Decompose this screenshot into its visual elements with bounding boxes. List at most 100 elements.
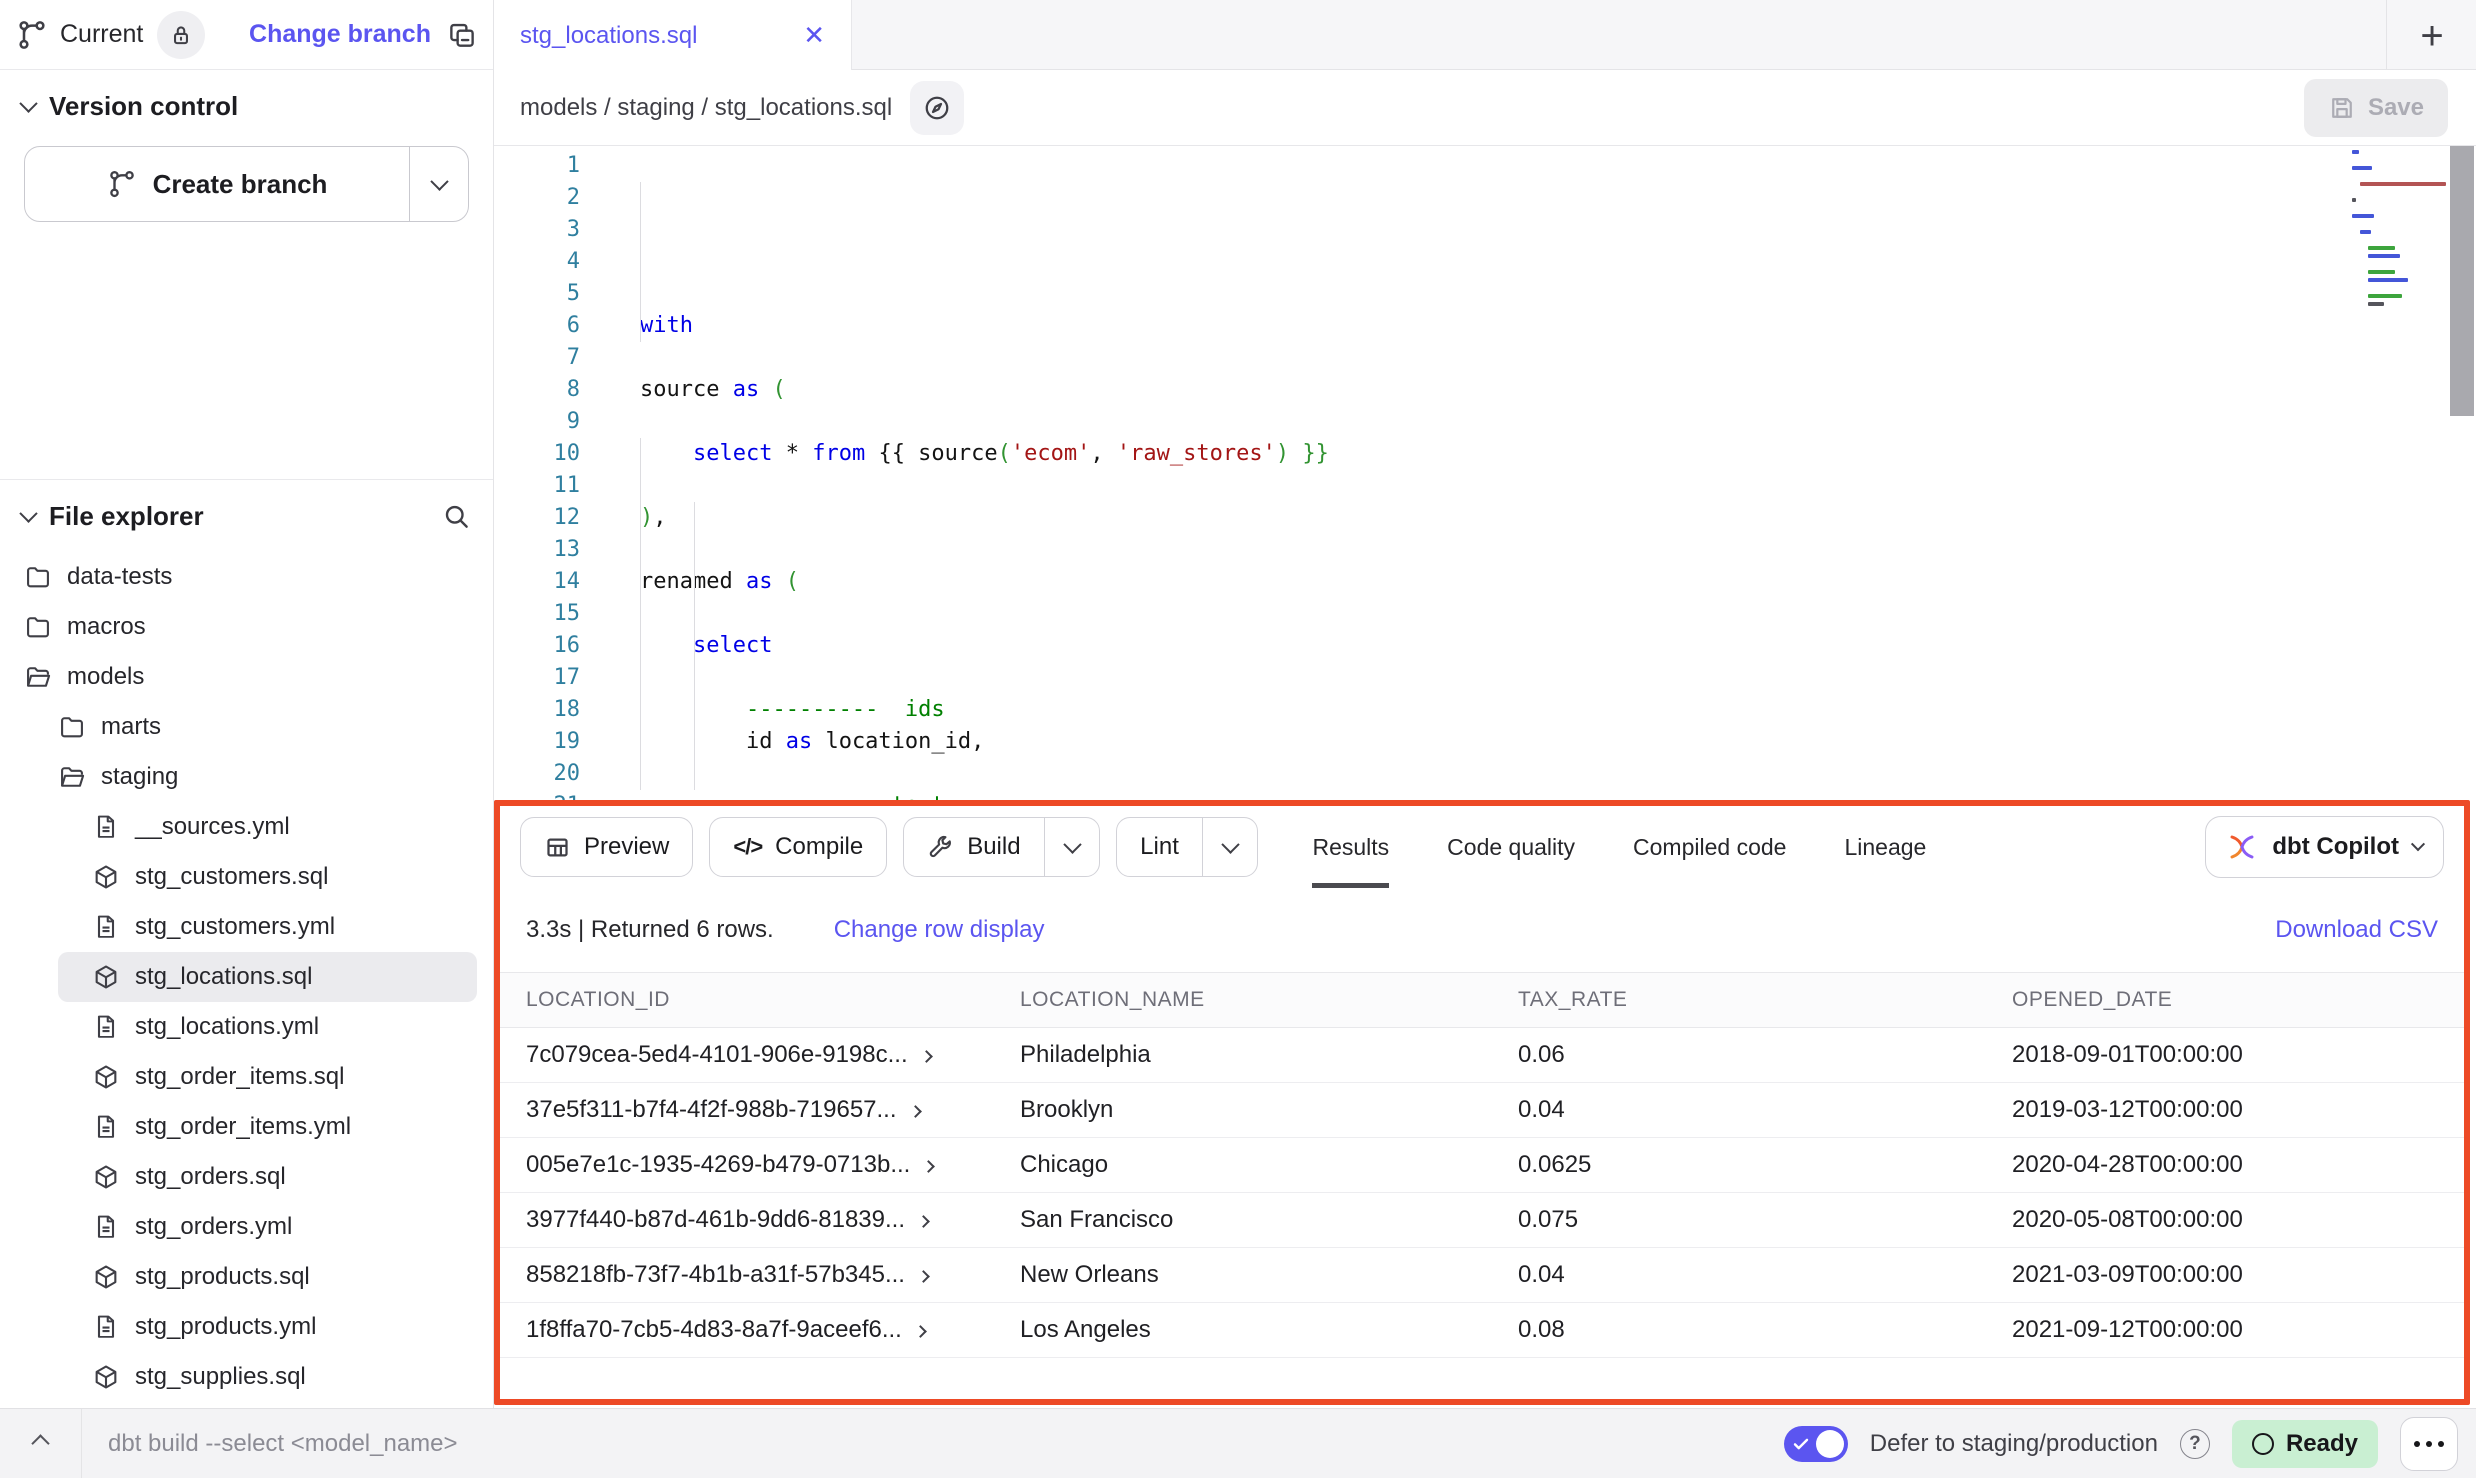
lineage-compass-button[interactable] [910,81,964,135]
table-row[interactable]: 1f8ffa70-7cb5-4d83-8a7f-9aceef6...Los An… [500,1303,2464,1358]
model-icon [92,963,120,991]
file-item-stg_orders.sql[interactable]: stg_orders.sql [0,1152,493,1202]
table-row[interactable]: 858218fb-73f7-4b1b-a31f-57b345...New Orl… [500,1248,2464,1303]
file-item-__sources.yml[interactable]: __sources.yml [0,802,493,852]
expand-row-icon[interactable] [917,1215,930,1228]
panel-tab-lineage[interactable]: Lineage [1844,806,1926,888]
preview-button[interactable]: Preview [520,817,693,877]
defer-label: Defer to staging/production [1870,1430,2158,1458]
editor-scrollbar[interactable] [2448,146,2476,800]
git-branch-icon [107,169,137,199]
search-icon[interactable] [441,501,471,531]
doc-icon [92,1013,120,1041]
table-row[interactable]: 005e7e1c-1935-4269-b479-0713b...Chicago0… [500,1138,2464,1193]
file-item-macros[interactable]: macros [0,602,493,652]
file-item-stg_products.sql[interactable]: stg_products.sql [0,1252,493,1302]
file-label: stg_customers.sql [135,863,328,891]
breadcrumb-row: models / staging / stg_locations.sql Sav… [494,70,2476,146]
doc-icon [92,1213,120,1241]
table-row[interactable]: 7c079cea-5ed4-4101-906e-9198c...Philadel… [500,1028,2464,1083]
new-tab-button[interactable]: + [2410,14,2454,58]
file-item-stg_orders.yml[interactable]: stg_orders.yml [0,1202,493,1252]
panel-tab-code-quality[interactable]: Code quality [1447,806,1575,888]
help-icon[interactable]: ? [2180,1429,2210,1459]
model-icon [92,1363,120,1391]
code-line-10 [640,598,2448,630]
version-control-section-header[interactable]: Version control [0,70,493,142]
doc-icon [92,813,120,841]
file-item-stg_locations.sql[interactable]: stg_locations.sql [58,952,477,1002]
code-brackets-icon: </> [733,834,762,860]
chevron-down-icon [430,172,448,190]
ready-label: Ready [2286,1430,2358,1458]
code-line-4 [640,406,2448,438]
expand-row-icon[interactable] [922,1160,935,1173]
build-button[interactable]: Build [904,818,1043,876]
cell-opened_date: 2021-09-12T00:00:00 [1986,1316,2464,1344]
dbt-copilot-button[interactable]: dbt Copilot [2205,816,2444,878]
build-dropdown[interactable] [1045,818,1099,876]
expand-row-icon[interactable] [909,1105,922,1118]
dbt-copilot-icon [2226,831,2258,863]
file-item-stg_customers.yml[interactable]: stg_customers.yml [0,902,493,952]
compile-button[interactable]: </> Compile [709,817,887,877]
chevron-down-icon [1063,835,1081,853]
lint-button[interactable]: Lint [1117,818,1202,876]
tab-bar: stg_locations.sql ✕ + [494,0,2476,70]
file-item-staging[interactable]: staging [0,752,493,802]
create-branch-main[interactable]: Create branch [25,147,410,221]
cell-opened_date: 2018-09-01T00:00:00 [1986,1041,2464,1069]
save-button[interactable]: Save [2304,79,2448,137]
file-item-stg_order_items.sql[interactable]: stg_order_items.sql [0,1052,493,1102]
file-item-stg_locations.yml[interactable]: stg_locations.yml [0,1002,493,1052]
panel-tab-compiled-code[interactable]: Compiled code [1633,806,1786,888]
create-branch-dropdown[interactable] [410,147,468,221]
status-circle-icon [2252,1433,2274,1455]
download-csv-link[interactable]: Download CSV [2275,916,2438,944]
save-floppy-icon [2328,94,2356,122]
file-explorer-section-header[interactable]: File explorer [0,480,493,552]
more-options-button[interactable] [2400,1417,2458,1471]
cell-opened_date: 2020-04-28T00:00:00 [1986,1151,2464,1179]
panel-tab-results[interactable]: Results [1312,806,1389,888]
file-label: stg_order_items.sql [135,1063,344,1091]
git-branch-icon [16,19,48,51]
tab-title: stg_locations.sql [520,22,697,50]
panel-tabs: Results Code quality Compiled code Lineage [1312,806,1926,888]
file-item-stg_supplies.sql[interactable]: stg_supplies.sql [0,1352,493,1402]
change-row-display-link[interactable]: Change row display [834,916,1045,944]
copy-icon[interactable] [447,20,477,50]
cell-location_id: 37e5f311-b7f4-4f2f-988b-719657... [500,1096,994,1124]
file-item-models[interactable]: models [0,652,493,702]
code-editor[interactable]: 123456789101112131415161718192021 with s… [494,146,2476,800]
lock-icon [168,22,194,48]
expand-row-icon[interactable] [914,1325,927,1338]
tab-stg-locations[interactable]: stg_locations.sql ✕ [494,0,852,71]
table-row[interactable]: 3977f440-b87d-461b-9dd6-81839...San Fran… [500,1193,2464,1248]
create-branch-button[interactable]: Create branch [24,146,469,222]
indent-guide [640,438,641,790]
expand-row-icon[interactable] [920,1050,933,1063]
cell-location_id: 3977f440-b87d-461b-9dd6-81839... [500,1206,994,1234]
file-item-data-tests[interactable]: data-tests [0,552,493,602]
collapse-panel-button[interactable] [0,1409,82,1478]
results-table: LOCATION_IDLOCATION_NAMETAX_RATEOPENED_D… [500,972,2464,1399]
cell-location_name: Chicago [994,1151,1492,1179]
table-row[interactable]: 37e5f311-b7f4-4f2f-988b-719657...Brookly… [500,1083,2464,1138]
lint-dropdown[interactable] [1203,818,1257,876]
code-area[interactable]: with source as ( select * from {{ source… [604,146,2448,800]
scrollbar-thumb[interactable] [2450,146,2474,416]
expand-row-icon[interactable] [917,1270,930,1283]
change-branch-link[interactable]: Change branch [249,20,431,49]
code-line-11: select [640,630,2448,662]
defer-toggle[interactable] [1784,1426,1848,1462]
model-icon [92,1263,120,1291]
file-item-stg_products.yml[interactable]: stg_products.yml [0,1302,493,1352]
wrench-icon [927,834,954,861]
file-item-marts[interactable]: marts [0,702,493,752]
file-item-stg_customers.sql[interactable]: stg_customers.sql [0,852,493,902]
command-input[interactable]: dbt build --select <model_name> [82,1430,458,1458]
file-label: stg_supplies.sql [135,1363,306,1391]
file-item-stg_order_items.yml[interactable]: stg_order_items.yml [0,1102,493,1152]
close-icon[interactable]: ✕ [803,20,825,51]
